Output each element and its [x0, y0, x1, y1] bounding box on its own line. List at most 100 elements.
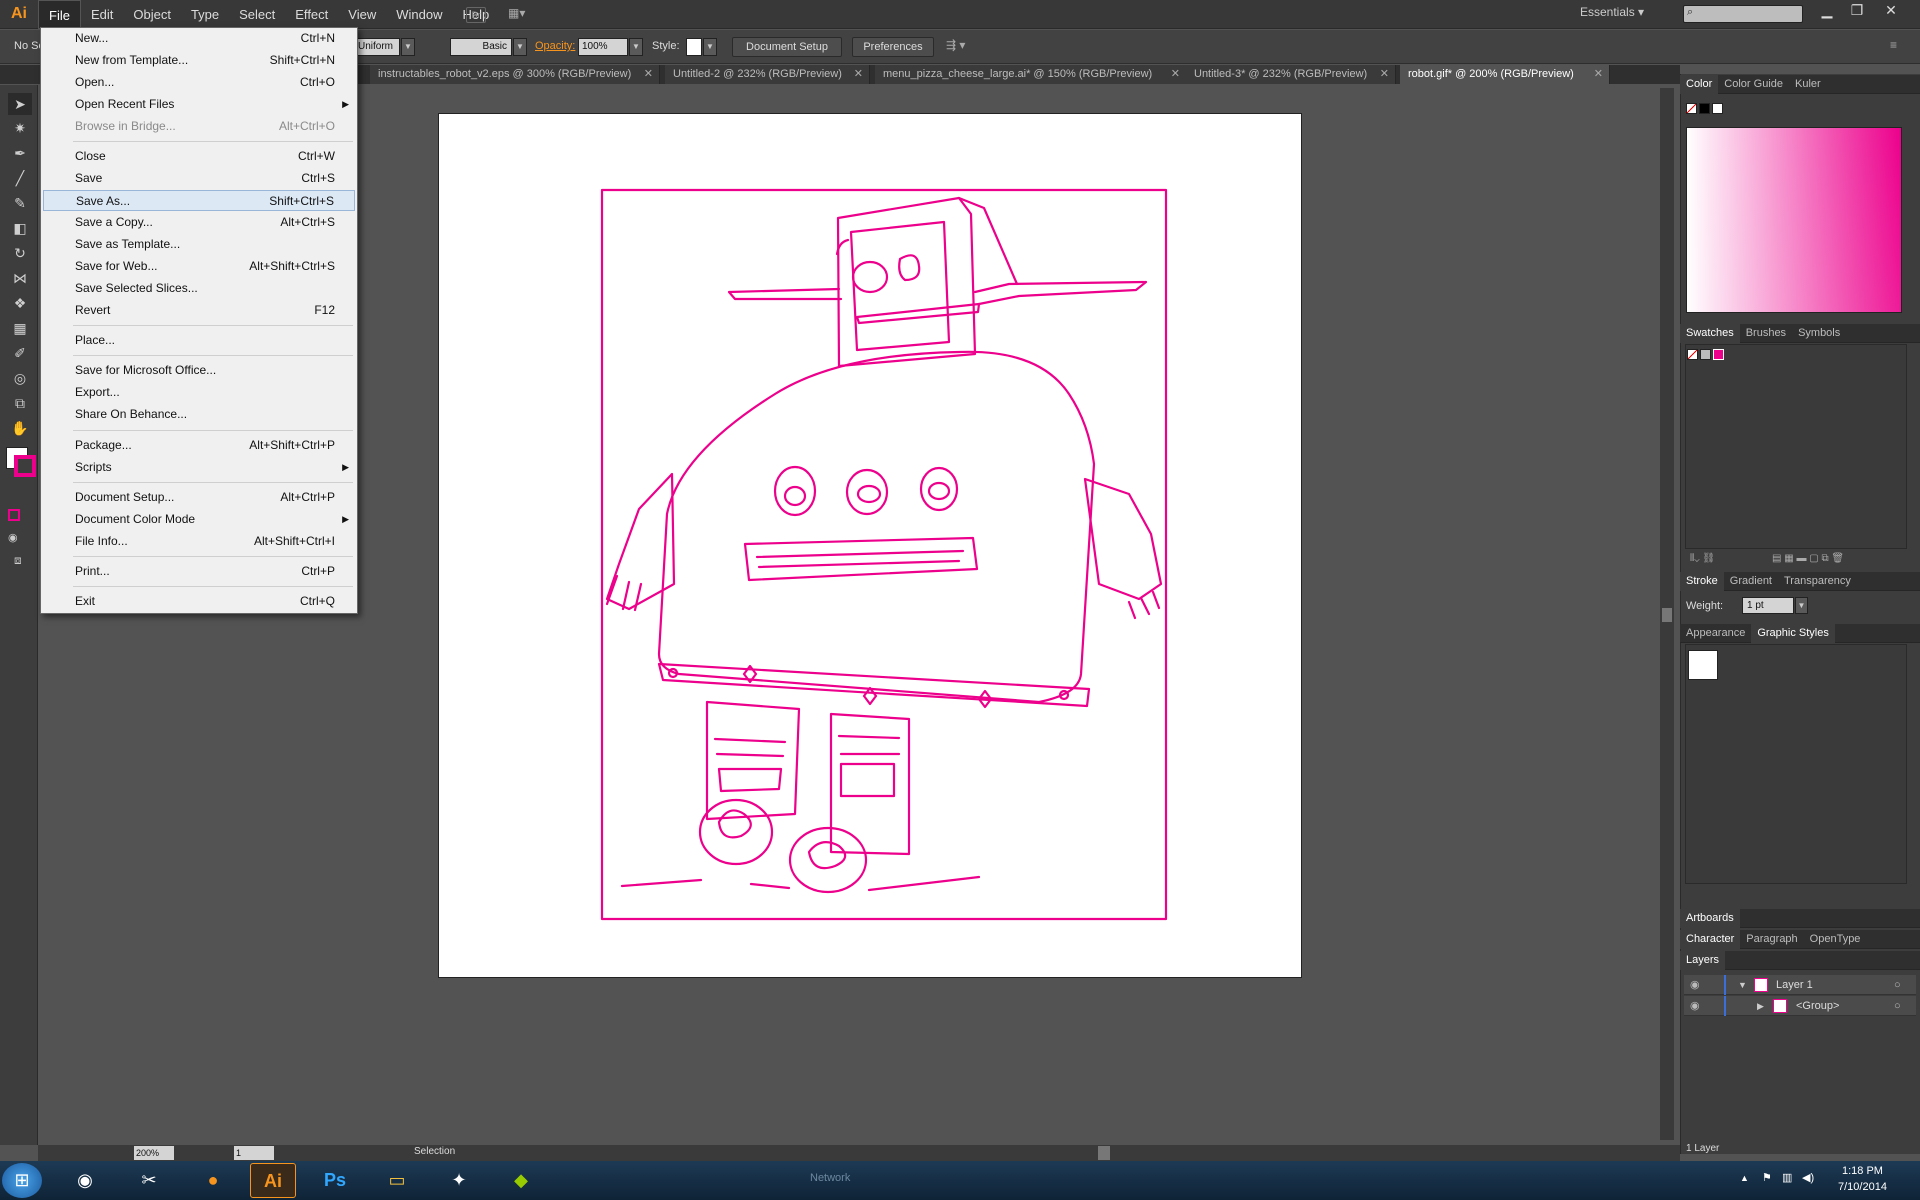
- magic-wand-icon[interactable]: ✷: [8, 117, 32, 139]
- default-graphic-style[interactable]: [1688, 650, 1718, 680]
- expand-triangle-icon[interactable]: ▼: [1738, 975, 1747, 995]
- menu-item-save-copy[interactable]: Save a Copy... Alt+Ctrl+S: [43, 212, 355, 233]
- menu-item-export[interactable]: Export...: [43, 382, 355, 403]
- tab-color[interactable]: Color: [1680, 75, 1719, 94]
- rotate-tool-icon[interactable]: ↻: [8, 242, 32, 264]
- menu-effect[interactable]: Effect: [285, 0, 338, 29]
- stroke-weight-field[interactable]: 1 pt: [1742, 597, 1794, 614]
- tab-symbols[interactable]: Symbols: [1792, 324, 1846, 343]
- illustrator-taskbar-icon[interactable]: Ai: [250, 1163, 296, 1198]
- volume-icon[interactable]: ◀): [1802, 1171, 1814, 1184]
- menu-item-save-ms-office[interactable]: Save for Microsoft Office...: [43, 360, 355, 381]
- menu-item-print[interactable]: Print... Ctrl+P: [43, 561, 355, 582]
- tab-untitled-3[interactable]: Untitled-3* @ 232% (RGB/Preview) ✕: [1186, 65, 1396, 84]
- layer-row-group[interactable]: ◉ ▶ <Group> ○: [1684, 996, 1916, 1016]
- menu-item-package[interactable]: Package... Alt+Shift+Ctrl+P: [43, 435, 355, 456]
- close-icon[interactable]: ✕: [854, 65, 863, 84]
- menu-file[interactable]: File: [38, 0, 81, 29]
- action-center-icon[interactable]: ⚑: [1762, 1171, 1772, 1184]
- style-swatch[interactable]: [686, 38, 702, 56]
- paintbrush-icon[interactable]: ✎: [8, 192, 32, 214]
- tab-character[interactable]: Character: [1680, 930, 1741, 949]
- stroke-swatch[interactable]: [14, 455, 36, 477]
- zoom-field[interactable]: 200%: [134, 1146, 174, 1160]
- bridge-icon[interactable]: Br: [466, 7, 486, 23]
- start-button[interactable]: ⊞: [2, 1163, 42, 1198]
- paint-app-icon[interactable]: ✦: [436, 1163, 482, 1198]
- menu-item-revert[interactable]: Revert F12: [43, 300, 355, 321]
- white-swatch[interactable]: [1712, 103, 1723, 114]
- horizontal-scroll-thumb[interactable]: [1098, 1146, 1110, 1160]
- preferences-button[interactable]: Preferences: [852, 37, 934, 57]
- swatch-magenta[interactable]: [1713, 349, 1724, 360]
- tab-gradient[interactable]: Gradient: [1724, 572, 1778, 591]
- shape-builder-icon[interactable]: ❖: [8, 292, 32, 314]
- tab-instructables-robot[interactable]: instructables_robot_v2.eps @ 300% (RGB/P…: [370, 65, 660, 84]
- width-tool-icon[interactable]: ⋈: [8, 267, 32, 289]
- opacity-label[interactable]: Opacity:: [535, 40, 575, 52]
- eye-icon[interactable]: ◉: [1690, 975, 1700, 995]
- draw-mode-icon[interactable]: ◉: [8, 531, 18, 544]
- restore-icon[interactable]: ❐: [1842, 0, 1872, 20]
- artboard-tool-icon[interactable]: ⧉: [8, 392, 32, 414]
- menu-window[interactable]: Window: [386, 0, 452, 29]
- minimize-icon[interactable]: ▁: [1812, 0, 1842, 20]
- chrome-icon[interactable]: ◉: [62, 1163, 108, 1198]
- file-explorer-icon[interactable]: ▭: [374, 1163, 420, 1198]
- chevron-down-icon[interactable]: ▼: [401, 38, 415, 56]
- eyedropper-icon[interactable]: ✐: [8, 342, 32, 364]
- menu-view[interactable]: View: [338, 0, 386, 29]
- swatches-list[interactable]: [1685, 344, 1907, 549]
- pen-tool-icon[interactable]: ✒: [8, 142, 32, 164]
- menu-object[interactable]: Object: [123, 0, 181, 29]
- menu-type[interactable]: Type: [181, 0, 229, 29]
- tab-stroke[interactable]: Stroke: [1680, 572, 1724, 591]
- menu-item-save-for-web[interactable]: Save for Web... Alt+Shift+Ctrl+S: [43, 256, 355, 277]
- tab-menu-pizza[interactable]: menu_pizza_cheese_large.ai* @ 150% (RGB/…: [875, 65, 1187, 84]
- swatch-library-icon[interactable]: ⫴⌄ ⛓: [1690, 553, 1715, 564]
- photoshop-taskbar-icon[interactable]: Ps: [312, 1163, 358, 1198]
- close-icon[interactable]: ✕: [1171, 65, 1180, 84]
- tab-artboards[interactable]: Artboards: [1680, 909, 1740, 928]
- network-icon[interactable]: ▥: [1782, 1171, 1792, 1184]
- close-icon[interactable]: ✕: [1380, 65, 1389, 84]
- tab-color-guide[interactable]: Color Guide: [1718, 75, 1789, 94]
- selection-tool-icon[interactable]: ➤: [8, 93, 32, 115]
- current-tool-status[interactable]: Selection: [414, 1146, 455, 1157]
- workspace-switcher[interactable]: Essentials ▾: [1580, 5, 1660, 23]
- symbol-sprayer-icon[interactable]: ◎: [8, 367, 32, 389]
- document-setup-button[interactable]: Document Setup: [732, 37, 842, 57]
- artboard-number-field[interactable]: 1: [234, 1146, 274, 1160]
- arrange-icon[interactable]: ⇶ ▾: [946, 38, 965, 52]
- menu-item-place[interactable]: Place...: [43, 330, 355, 351]
- firefox-icon[interactable]: ●: [190, 1163, 236, 1198]
- menu-item-document-setup[interactable]: Document Setup... Alt+Ctrl+P: [43, 487, 355, 508]
- close-icon[interactable]: ✕: [644, 65, 653, 84]
- menu-item-open-recent[interactable]: Open Recent Files ▶: [43, 94, 355, 115]
- mesh-tool-icon[interactable]: ▦: [8, 317, 32, 339]
- menu-item-exit[interactable]: Exit Ctrl+Q: [43, 591, 355, 612]
- hand-tool-icon[interactable]: ✋: [8, 417, 32, 439]
- layer-name[interactable]: Layer 1: [1776, 975, 1813, 995]
- tab-graphic-styles[interactable]: Graphic Styles: [1751, 624, 1835, 643]
- chevron-down-icon[interactable]: ▼: [1795, 597, 1808, 614]
- layer-name[interactable]: <Group>: [1796, 996, 1839, 1016]
- eraser-icon[interactable]: ◧: [8, 217, 32, 239]
- close-icon[interactable]: ✕: [1594, 65, 1603, 84]
- color-spectrum-ramp[interactable]: [1686, 127, 1902, 313]
- menu-item-save-as[interactable]: Save As... Shift+Ctrl+S: [43, 190, 355, 211]
- tab-appearance[interactable]: Appearance: [1680, 624, 1751, 643]
- close-icon[interactable]: ✕: [1876, 0, 1906, 20]
- artboard[interactable]: [438, 113, 1302, 978]
- swatch-none[interactable]: [1687, 349, 1698, 360]
- swatch-registration[interactable]: [1700, 349, 1711, 360]
- tab-transparency[interactable]: Transparency: [1778, 572, 1857, 591]
- menu-item-close[interactable]: Close Ctrl+W: [43, 146, 355, 167]
- snipping-tool-icon[interactable]: ✂: [126, 1163, 172, 1198]
- variable-width-profile[interactable]: Uniform: [354, 38, 400, 56]
- clock-date[interactable]: 7/10/2014: [1838, 1181, 1887, 1193]
- screen-mode-icon[interactable]: ⧈: [14, 553, 22, 568]
- clock-time[interactable]: 1:18 PM: [1842, 1165, 1883, 1177]
- none-swatch[interactable]: [1686, 103, 1697, 114]
- tab-paragraph[interactable]: Paragraph: [1740, 930, 1803, 949]
